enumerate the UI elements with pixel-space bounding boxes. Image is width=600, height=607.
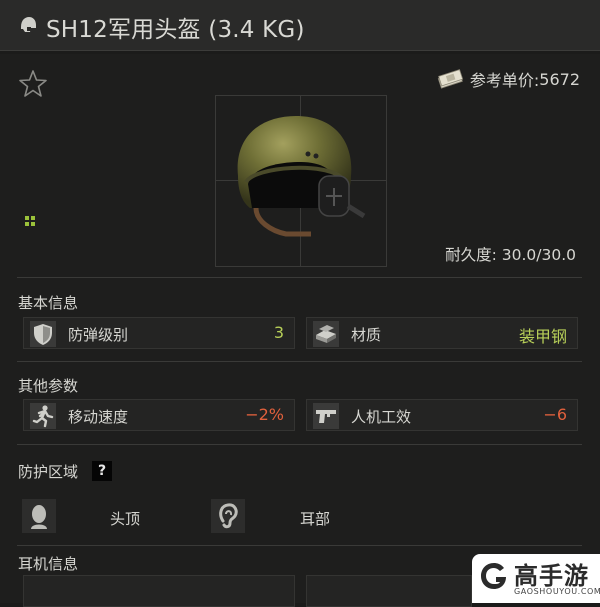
armor-material-icon [313,321,339,347]
divider [17,361,582,362]
money-stack-icon [437,69,464,89]
stat-move-speed: 移动速度 −2% [23,399,295,431]
helmet-image [237,116,366,237]
price-value: 5672 [539,69,580,89]
stat-label: 移动速度 [68,408,129,426]
stat-partial [23,575,295,607]
divider [17,444,582,445]
helmet-icon [21,17,36,32]
divider [17,545,582,546]
running-man-icon [30,403,56,429]
durability-label: 耐久度: [445,246,497,264]
stat-partial [306,575,472,607]
section-basic-info: 基本信息 [18,294,79,312]
stat-label: 人机工效 [351,408,412,426]
watermark: 高手游 GAOSHOUYOU.COM [472,554,600,603]
stat-value: −6 [543,405,567,424]
section-other-params: 其他参数 [18,377,79,395]
item-title: SH12军用头盔 (3.4 KG) [46,17,305,43]
shield-icon [30,321,56,347]
stat-value: 3 [273,323,284,342]
stat-label: 材质 [351,326,382,344]
section-headset-info: 耳机信息 [18,555,79,573]
ear-icon [211,499,245,533]
zone-head-top: 头顶 [22,499,222,533]
stat-ergonomics: 人机工效 −6 [306,399,578,431]
item-image [215,95,387,267]
watermark-logo-icon [481,563,506,589]
grid-size-icon [25,216,35,226]
divider [17,277,582,278]
zone-label: 耳部 [300,510,331,528]
watermark-name: 高手游 [514,562,589,590]
stat-material: 材质 装甲钢 [306,317,578,349]
title-bar: SH12军用头盔 (3.4 KG) [0,0,600,51]
pistol-icon [313,403,339,429]
favorite-star-icon[interactable] [18,69,48,99]
price-label: 参考单价: [469,71,540,90]
durability: 耐久度: 30.0/30.0 [445,243,576,265]
watermark-url: GAOSHOUYOU.COM [514,587,600,596]
head-top-icon [22,499,56,533]
help-icon[interactable]: ? [92,461,112,481]
durability-value: 30.0/30.0 [501,246,576,264]
stat-value: 装甲钢 [518,327,567,346]
stat-value: −2% [245,405,284,424]
zone-ears: 耳部 [211,499,411,533]
reference-price: 参考单价: 5672 [436,67,580,91]
zone-label: 头顶 [110,510,141,528]
section-protection-zone: 防护区域 [18,463,79,481]
stat-label: 防弹级别 [68,326,129,344]
stat-armor-class: 防弹级别 3 [23,317,295,349]
